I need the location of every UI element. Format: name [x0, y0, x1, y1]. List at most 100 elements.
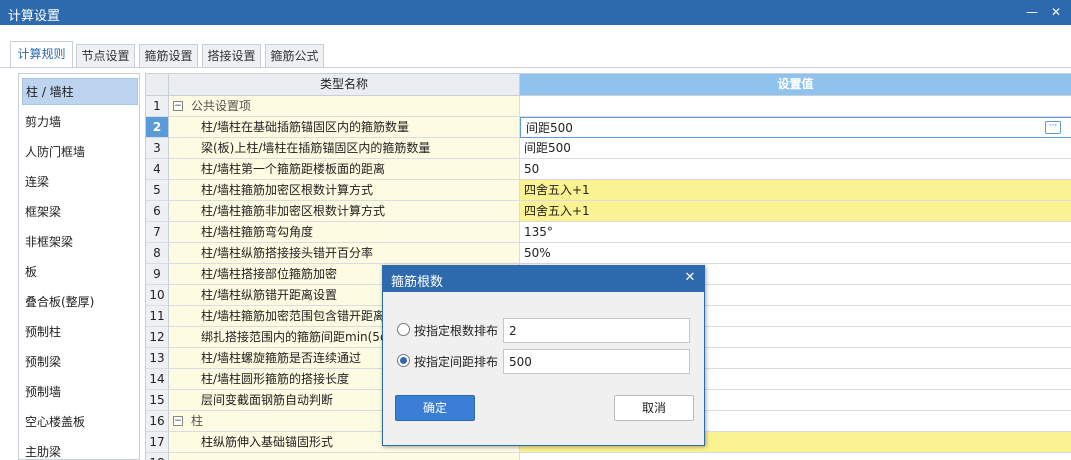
table-row[interactable]: 6 柱/墙柱箍筋非加密区根数计算方式 四舍五入+1 — [146, 201, 1071, 222]
row-number: 3 — [146, 138, 169, 159]
category-item-coupling-beam[interactable]: 连梁 — [22, 169, 138, 196]
category-item-precast-column[interactable]: 预制柱 — [22, 319, 138, 346]
category-item-non-frame-beam[interactable]: 非框架梁 — [22, 229, 138, 256]
category-item-hollow-floor-slab[interactable]: 空心楼盖板 — [22, 409, 138, 436]
category-item-frame-beam[interactable]: 框架梁 — [22, 199, 138, 226]
row-number: 18 — [146, 453, 169, 460]
category-item-precast-beam[interactable]: 预制梁 — [22, 349, 138, 376]
window-title: 计算设置 — [8, 9, 61, 24]
row-name-text: 柱纵筋伸入基础锚固形式 — [201, 435, 334, 449]
row-number: 14 — [146, 369, 169, 390]
row-value[interactable]: 50% — [520, 243, 1071, 264]
row-value[interactable]: 135° — [520, 222, 1071, 243]
count-input[interactable] — [503, 318, 690, 343]
row-number: 9 — [146, 264, 169, 285]
category-item-composite-slab[interactable]: 叠合板(整厚) — [22, 289, 138, 316]
row-number: 7 — [146, 222, 169, 243]
option-by-spacing[interactable]: 按指定间距排布 — [397, 349, 692, 374]
table-row[interactable]: 3 梁(板)上柱/墙柱在插筋锚固区内的箍筋数量 间距500 — [146, 138, 1071, 159]
radio-by-count[interactable] — [397, 323, 410, 336]
tab-strip: 计算规则 节点设置 箍筋设置 搭接设置 箍筋公式 — [0, 25, 1071, 68]
row-name: 柱/墙柱第一个箍筋距楼板面的距离 — [169, 159, 520, 180]
row-number: 15 — [146, 390, 169, 411]
option-by-count-label: 按指定根数排布 — [414, 324, 499, 338]
row-name-text: 柱/墙柱箍筋加密区根数计算方式 — [201, 183, 374, 197]
row-value[interactable] — [520, 453, 1071, 460]
table-row[interactable]: 8 柱/墙柱纵筋搭接接头错开百分率 50% — [146, 243, 1071, 264]
category-item-slab[interactable]: 板 — [22, 259, 138, 286]
row-name — [169, 453, 520, 460]
row-value[interactable]: 四舍五入+1 — [520, 180, 1071, 201]
row-name-text: 柱/墙柱箍筋非加密区根数计算方式 — [201, 204, 386, 218]
row-name-text: 柱/墙柱箍筋加密范围包含错开距离 — [201, 309, 386, 323]
group-label: 公共设置项 — [191, 99, 252, 113]
dialog-close-icon[interactable]: ✕ — [682, 270, 698, 286]
tab-node-settings[interactable]: 节点设置 — [76, 44, 135, 68]
tab-divider — [0, 67, 1071, 68]
category-item-shear-wall[interactable]: 剪力墙 — [22, 109, 138, 136]
row-number: 13 — [146, 348, 169, 369]
grid-header-value: 设置值 — [520, 74, 1071, 96]
table-row[interactable]: 4 柱/墙柱第一个箍筋距楼板面的距离 50 — [146, 159, 1071, 180]
cancel-button[interactable]: 取消 — [614, 395, 694, 421]
tab-calc-rules[interactable]: 计算规则 — [10, 41, 73, 68]
category-item-column[interactable]: 柱 / 墙柱 — [22, 78, 138, 105]
row-name-text: 柱/墙柱第一个箍筋距楼板面的距离 — [201, 162, 386, 176]
row-number: 12 — [146, 327, 169, 348]
table-row[interactable]: 7 柱/墙柱箍筋弯勾角度 135° — [146, 222, 1071, 243]
row-name-text: 层间变截面钢筋自动判断 — [201, 393, 334, 407]
row-name: 柱/墙柱箍筋加密区根数计算方式 — [169, 180, 520, 201]
option-by-spacing-label: 按指定间距排布 — [414, 355, 499, 369]
row-name: − 公共设置项 — [169, 96, 520, 117]
row-value[interactable]: 50 — [520, 159, 1071, 180]
spacing-input[interactable] — [503, 349, 690, 374]
row-number: 10 — [146, 285, 169, 306]
window-title-bar: 计算设置 — ✕ — [0, 0, 1071, 25]
tab-stirrup-formula[interactable]: 箍筋公式 — [265, 44, 324, 68]
row-number: 16 — [146, 411, 169, 432]
grid-header-row-number — [146, 74, 169, 96]
row-number: 17 — [146, 432, 169, 453]
row-name: 柱/墙柱纵筋搭接接头错开百分率 — [169, 243, 520, 264]
row-name-text: 柱/墙柱在基础插筋锚固区内的箍筋数量 — [201, 120, 410, 134]
radio-by-spacing[interactable] — [397, 354, 410, 367]
row-name: 柱/墙柱箍筋弯勾角度 — [169, 222, 520, 243]
category-item-precast-wall[interactable]: 预制墙 — [22, 379, 138, 406]
row-name-text: 柱/墙柱搭接部位箍筋加密 — [201, 267, 338, 281]
category-list: 柱 / 墙柱 剪力墙 人防门框墙 连梁 框架梁 非框架梁 板 叠合板(整厚) 预… — [18, 73, 140, 460]
dialog-title: 箍筋根数 — [391, 275, 444, 290]
table-row[interactable]: 5 柱/墙柱箍筋加密区根数计算方式 四舍五入+1 — [146, 180, 1071, 201]
category-item-civil-defense-door-frame-wall[interactable]: 人防门框墙 — [22, 139, 138, 166]
table-row[interactable]: 2 柱/墙柱在基础插筋锚固区内的箍筋数量 间距500 ··· — [146, 117, 1071, 138]
row-name-text: 柱/墙柱圆形箍筋的搭接长度 — [201, 372, 350, 386]
group-label: 柱 — [191, 414, 204, 428]
close-icon[interactable]: ✕ — [1046, 2, 1066, 22]
minimize-icon[interactable]: — — [1022, 2, 1042, 22]
row-number: 8 — [146, 243, 169, 264]
ok-button[interactable]: 确定 — [395, 395, 475, 421]
tab-lap-settings[interactable]: 搭接设置 — [202, 44, 261, 68]
ellipsis-icon[interactable]: ··· — [1045, 121, 1061, 134]
row-name-text: 绑扎搭接范围内的箍筋间距min(5d — [201, 330, 388, 344]
row-name-text: 柱/墙柱纵筋搭接接头错开百分率 — [201, 246, 374, 260]
tab-stirrup-settings[interactable]: 箍筋设置 — [139, 44, 198, 68]
row-number: 11 — [146, 306, 169, 327]
row-number: 5 — [146, 180, 169, 201]
table-row-group: 1 − 公共设置项 — [146, 96, 1071, 117]
collapse-icon[interactable]: − — [173, 416, 183, 426]
category-item-main-rib-beam[interactable]: 主肋梁 — [22, 439, 138, 460]
table-row[interactable]: 18 — [146, 453, 1071, 460]
row-value[interactable] — [520, 96, 1071, 117]
row-value[interactable]: 间距500 — [520, 138, 1071, 159]
row-name: 柱/墙柱在基础插筋锚固区内的箍筋数量 — [169, 117, 520, 138]
row-value[interactable]: 四舍五入+1 — [520, 201, 1071, 222]
row-value-text: 间距500 — [526, 121, 573, 135]
dialog-title-bar: 箍筋根数 ✕ — [383, 266, 704, 292]
option-by-count[interactable]: 按指定根数排布 — [397, 318, 692, 343]
row-value[interactable]: 间距500 ··· — [520, 117, 1071, 138]
row-name-text: 柱/墙柱纵筋错开距离设置 — [201, 288, 338, 302]
collapse-icon[interactable]: − — [173, 101, 183, 111]
row-name: 梁(板)上柱/墙柱在插筋锚固区内的箍筋数量 — [169, 138, 520, 159]
row-name-text: 梁(板)上柱/墙柱在插筋锚固区内的箍筋数量 — [201, 141, 431, 155]
row-name-text: 柱/墙柱螺旋箍筋是否连续通过 — [201, 351, 362, 365]
